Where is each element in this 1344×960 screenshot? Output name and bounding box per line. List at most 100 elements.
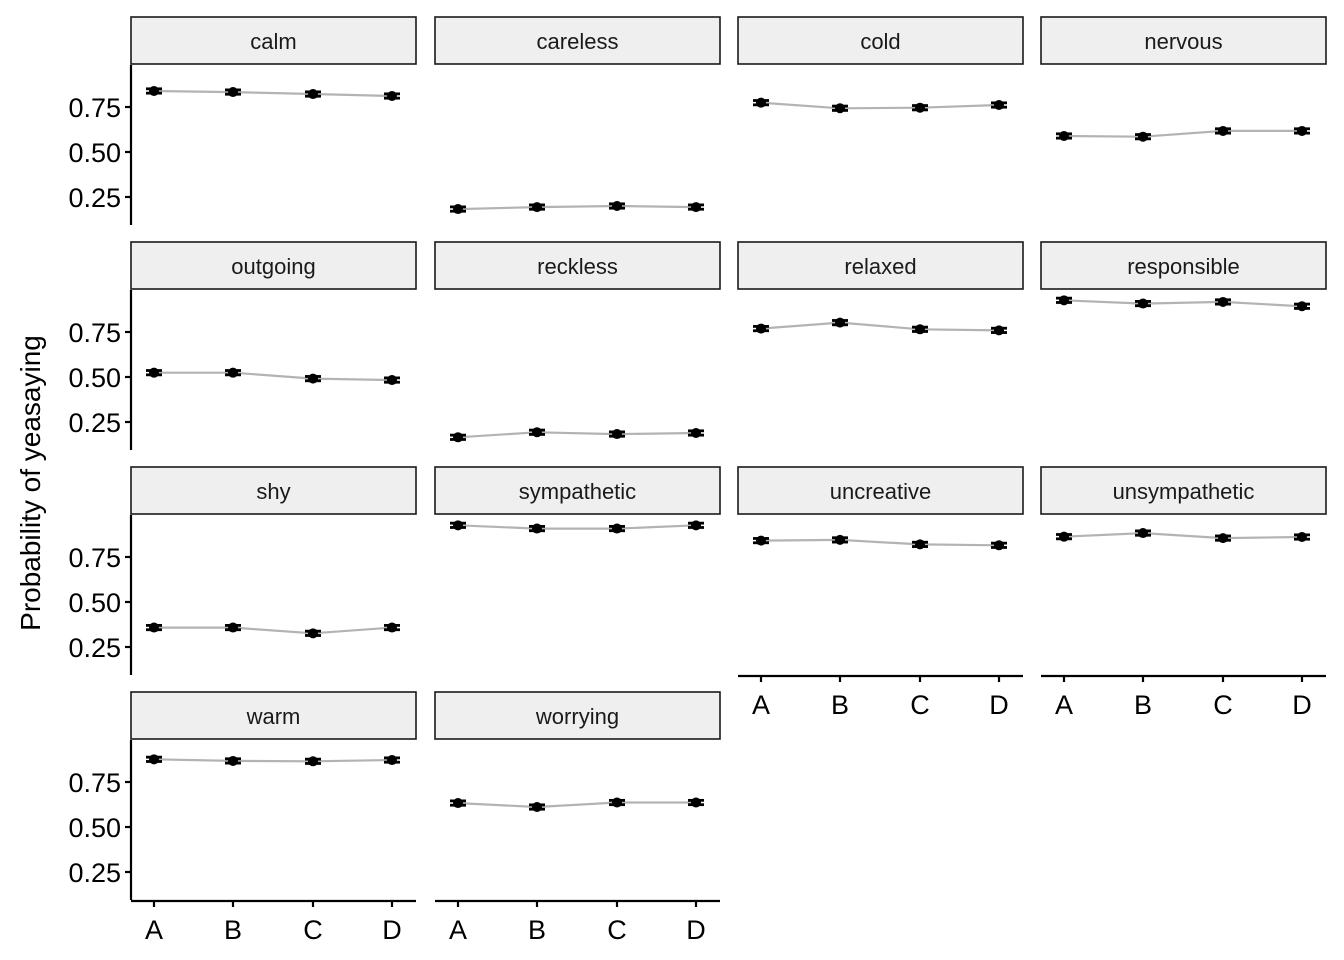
x-tick-label: C [607, 915, 627, 945]
data-point [756, 97, 766, 108]
data-point [994, 540, 1004, 551]
y-tick-label: 0.50 [68, 363, 121, 393]
data-point [612, 429, 622, 440]
data-point [1218, 533, 1228, 544]
data-point [149, 754, 159, 765]
faceted-chart: Probability of yeasaying calm 0.25 0.50 0.7… [15, 16, 1327, 945]
data-point [453, 204, 463, 215]
series-line-shy [154, 626, 393, 635]
data-point [387, 622, 397, 633]
series-line-sympathetic [457, 524, 697, 530]
data-point [308, 89, 318, 100]
data-point [1059, 130, 1069, 141]
series-line-worrying [457, 801, 696, 809]
data-point [532, 427, 542, 438]
data-point [228, 755, 238, 766]
y-tick-label: 0.25 [68, 408, 121, 438]
data-point [612, 201, 622, 211]
panel-outgoing: outgoing 0.25 0.50 0.75 [68, 241, 417, 450]
strip-label: shy [256, 479, 290, 504]
strip-label: careless [537, 29, 619, 54]
data-point [1059, 531, 1069, 542]
x-tick-label: A [752, 690, 770, 720]
panel-responsible: responsible [1040, 241, 1327, 312]
strip-label: responsible [1127, 254, 1240, 279]
x-tick-label: B [1134, 690, 1152, 720]
panel-shy: shy 0.25 0.50 0.75 [68, 466, 417, 675]
panel-unsympathetic: unsympathetic A B C D [1040, 466, 1327, 720]
data-point [387, 755, 397, 766]
data-point [387, 375, 397, 386]
data-point [308, 756, 318, 767]
data-point [453, 520, 463, 531]
strip-label: outgoing [231, 254, 315, 279]
data-point [835, 317, 845, 328]
strip-label: warm [246, 704, 301, 729]
data-point [691, 202, 701, 213]
y-tick-label: 0.50 [68, 138, 121, 168]
data-point [756, 323, 766, 334]
y-tick-label: 0.75 [68, 543, 121, 573]
panel-careless: careless [434, 16, 721, 215]
strip-label: sympathetic [519, 479, 636, 504]
y-tick-label: 0.50 [68, 813, 121, 843]
data-point [149, 367, 159, 378]
series-line-responsible [1063, 299, 1303, 308]
facet-panels: calm 0.25 0.50 0.75 careless cold nervous outgo… [68, 16, 1327, 945]
data-point [453, 798, 463, 809]
data-point [1297, 125, 1307, 136]
y-axis-title: Probability of yeasaying [15, 335, 46, 631]
data-point [308, 373, 318, 384]
data-point [835, 103, 845, 114]
data-point [1138, 131, 1148, 142]
x-tick-label: D [1292, 690, 1312, 720]
series-line-warm [153, 758, 393, 763]
y-tick-label: 0.25 [68, 858, 121, 888]
strip-label: unsympathetic [1113, 479, 1255, 504]
y-tick-label: 0.75 [68, 768, 121, 798]
panel-sympathetic: sympathetic [434, 466, 721, 534]
series-line-cold [760, 101, 1000, 110]
series-line-careless [457, 204, 697, 211]
x-tick-label: A [1055, 690, 1073, 720]
data-point [612, 523, 622, 534]
panel-worrying: worrying A B C D [434, 691, 721, 945]
panel-relaxed: relaxed [737, 241, 1024, 336]
data-point [994, 325, 1004, 336]
data-point [915, 539, 925, 550]
strip-label: reckless [537, 254, 618, 279]
data-point [612, 797, 622, 808]
panel-reckless: reckless [434, 241, 721, 443]
data-point [308, 628, 318, 639]
data-point [915, 102, 925, 113]
data-point [228, 622, 238, 633]
strip-label: nervous [1144, 29, 1222, 54]
x-tick-label: D [382, 915, 402, 945]
x-tick-label: C [910, 690, 930, 720]
y-tick-label: 0.75 [68, 318, 121, 348]
data-point [1297, 301, 1307, 312]
data-point [1138, 528, 1148, 539]
data-point [532, 523, 542, 534]
series-line-outgoing [154, 371, 393, 382]
series-line-nervous [1063, 129, 1302, 138]
data-point [532, 202, 542, 213]
data-point [915, 324, 925, 335]
x-tick-label: D [989, 690, 1009, 720]
x-tick-label: D [686, 915, 706, 945]
panel-uncreative: uncreative A B C D [737, 466, 1024, 720]
x-tick-label: C [303, 915, 323, 945]
data-point [1138, 298, 1148, 309]
series-line-calm [153, 89, 393, 98]
x-tick-label: B [224, 915, 242, 945]
strip-label: worrying [535, 704, 619, 729]
series-line-relaxed [760, 321, 1000, 332]
panel-nervous: nervous [1040, 16, 1327, 142]
data-point [1297, 532, 1307, 543]
data-point [691, 427, 701, 438]
strip-label: uncreative [830, 479, 932, 504]
series-line-uncreative [760, 538, 1000, 547]
strip-label: relaxed [844, 254, 916, 279]
data-point [387, 91, 397, 102]
x-tick-label: B [528, 915, 546, 945]
